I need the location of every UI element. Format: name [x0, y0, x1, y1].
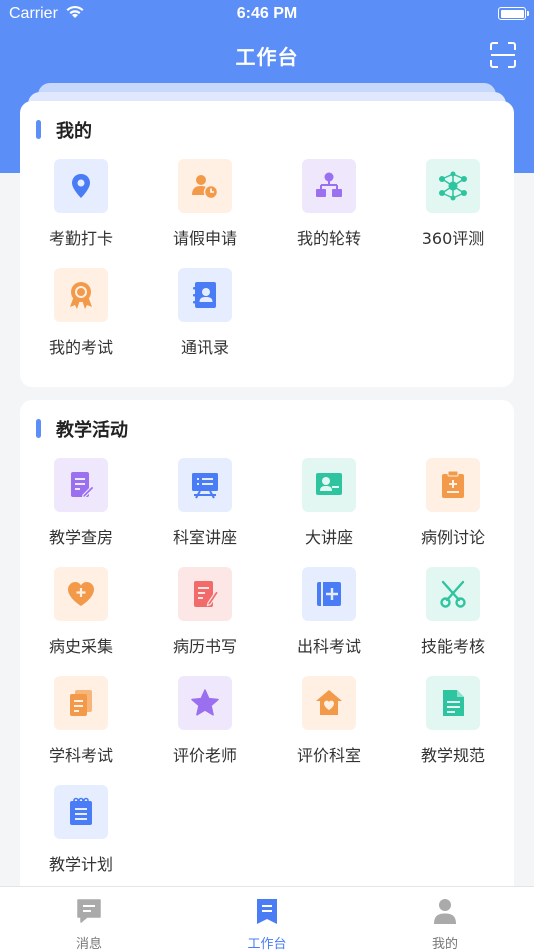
tab-messages[interactable]: 消息 [0, 887, 178, 950]
network-icon [426, 159, 480, 213]
grid-item-label: 我的轮转 [296, 229, 361, 248]
grid-item-label: 病史采集 [48, 637, 113, 656]
star-icon [178, 676, 232, 730]
message-icon [77, 899, 101, 923]
org-chart-icon [302, 159, 356, 213]
grid-item-label: 科室讲座 [172, 528, 237, 547]
grid-item-label: 病例讨论 [420, 528, 485, 547]
tab-label: 我的 [431, 937, 458, 950]
grid-item-label: 教学计划 [48, 855, 113, 874]
grid-item-grand-lecture[interactable]: 大讲座 [268, 458, 388, 558]
spiral-notepad-icon [54, 785, 108, 839]
grid-item-record-writing[interactable]: 病历书写 [144, 567, 264, 667]
tab-bar: 消息 工作台 我的 [0, 886, 534, 950]
document-lines-icon [426, 676, 480, 730]
grid-item-label: 病历书写 [172, 637, 237, 656]
clipboard-plus-icon [426, 458, 480, 512]
grid-item-label: 大讲座 [304, 528, 353, 547]
grid-item-label: 出科考试 [296, 637, 361, 656]
battery-icon [498, 7, 529, 20]
grid-item-leave-request[interactable]: 请假申请 [144, 159, 264, 259]
tab-workbench[interactable]: 工作台 [178, 887, 356, 950]
section-title-accent [36, 120, 41, 139]
grid-item-label: 考勤打卡 [48, 229, 113, 248]
scan-icon[interactable] [490, 42, 516, 68]
grid-item-rate-teacher[interactable]: 评价老师 [144, 676, 264, 776]
house-heart-icon [302, 676, 356, 730]
grid-item-label: 我的考试 [48, 338, 113, 357]
grid-item-subject-exam[interactable]: 学科考试 [20, 676, 140, 776]
grid-item-label: 请假申请 [172, 229, 237, 248]
page-title: 工作台 [235, 45, 299, 69]
workbench-icon [257, 899, 277, 924]
grid-item-skill-assessment[interactable]: 技能考核 [392, 567, 512, 667]
grid-item-contacts[interactable]: 通讯录 [144, 268, 264, 368]
user-clock-icon [178, 159, 232, 213]
grid-item-case-discussion[interactable]: 病例讨论 [392, 458, 512, 558]
profile-icon [434, 899, 456, 924]
lecturer-icon [302, 458, 356, 512]
grid-item-label: 学科考试 [48, 746, 113, 765]
grid-item-label: 教学查房 [48, 528, 113, 547]
notebook-plus-icon [302, 567, 356, 621]
tab-profile[interactable]: 我的 [356, 887, 534, 950]
section-my-card: 我的 考勤打卡 请假申请 我的轮转 360评测 我的考试 通讯录 [20, 101, 514, 387]
tab-label: 消息 [75, 937, 102, 950]
grid-item-label: 技能考核 [420, 637, 485, 656]
medical-record-pen-icon [178, 567, 232, 621]
section-title: 我的 [56, 121, 92, 142]
grid-item-teaching-rounds[interactable]: 教学查房 [20, 458, 140, 558]
location-pin-icon [54, 159, 108, 213]
grid-item-label: 评价老师 [172, 746, 237, 765]
grid-item-label: 通讯录 [180, 338, 229, 357]
grid-item-teaching-standards[interactable]: 教学规范 [392, 676, 512, 776]
contact-book-icon [178, 268, 232, 322]
grid-item-360-evaluation[interactable]: 360评测 [392, 159, 512, 259]
grid-item-label: 教学规范 [420, 746, 485, 765]
award-ribbon-icon [54, 268, 108, 322]
grid-item-attendance[interactable]: 考勤打卡 [20, 159, 140, 259]
scissors-icon [426, 567, 480, 621]
status-bar: Carrier 6:46 PM [0, 0, 534, 28]
heart-plus-icon [54, 567, 108, 621]
section-teaching-card: 教学活动 教学查房 科室讲座 大讲座 病例讨论 病史采集 病历书写 出科考试 技… [20, 400, 514, 900]
grid-item-rotation-exam[interactable]: 出科考试 [268, 567, 388, 667]
grid-item-history-taking[interactable]: 病史采集 [20, 567, 140, 667]
document-edit-icon [54, 458, 108, 512]
tab-label: 工作台 [247, 937, 287, 950]
grid-item-rate-department[interactable]: 评价科室 [268, 676, 388, 776]
grid-item-teaching-plan[interactable]: 教学计划 [20, 785, 140, 885]
grid-item-label: 评价科室 [296, 746, 361, 765]
grid-item-dept-lecture[interactable]: 科室讲座 [144, 458, 264, 558]
grid-item-label: 360评测 [421, 229, 485, 248]
grid-item-rotation[interactable]: 我的轮转 [268, 159, 388, 259]
section-title: 教学活动 [56, 420, 128, 441]
status-time: 6:46 PM [236, 5, 298, 22]
section-title-accent [36, 419, 41, 438]
presentation-board-icon [178, 458, 232, 512]
grid-item-my-exam[interactable]: 我的考试 [20, 268, 140, 368]
papers-icon [54, 676, 108, 730]
